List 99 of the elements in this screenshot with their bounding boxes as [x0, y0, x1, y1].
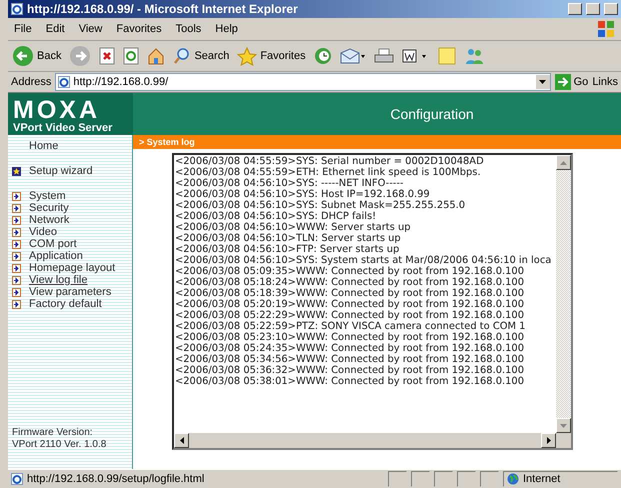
log-line: <2006/03/08 05:18:24>WWW: Connected by root from 192.168.0.100	[175, 277, 525, 288]
log-line: <2006/03/08 04:55:59>ETH: Ethernet link speed is 100Mbps.	[175, 167, 482, 178]
menu-item[interactable]: File	[14, 23, 32, 35]
horizontal-scrollbar[interactable]	[174, 433, 556, 448]
scroll-right-button[interactable]	[541, 433, 556, 448]
refresh-icon	[123, 47, 140, 65]
stop-icon	[99, 47, 116, 65]
sidebar-link[interactable]: Home	[12, 140, 132, 152]
mail-icon	[340, 48, 366, 64]
search-icon	[173, 47, 192, 65]
address-label: Address	[11, 76, 52, 88]
arrow-icon	[12, 288, 21, 296]
address-field[interactable]: http://192.168.0.99/	[55, 73, 551, 91]
left-triangle-icon	[180, 437, 184, 444]
star-icon	[237, 46, 258, 66]
log-line: <2006/03/08 05:38:01>WWW: Connected by root from 192.168.0.100	[175, 376, 525, 387]
log-line: <2006/03/08 04:56:10>SYS: DHCP fails!	[175, 211, 378, 222]
toolbar-button[interactable]: Favorites	[237, 46, 306, 66]
menu-item[interactable]: Edit	[46, 23, 65, 35]
toolbar-button[interactable]	[374, 48, 394, 64]
log-line: <2006/03/08 05:09:35>WWW: Connected by root from 192.168.0.100	[175, 266, 525, 277]
arrow-icon	[12, 204, 21, 212]
log-line: <2006/03/08 05:24:35>WWW: Connected by root from 192.168.0.100	[175, 343, 525, 354]
dropdown-caret-icon[interactable]	[534, 75, 550, 89]
log-line: <2006/03/08 04:56:10>SYS: -----NET INFO-----	[175, 178, 404, 189]
arrow-icon	[12, 216, 21, 224]
links-label[interactable]: Links	[592, 76, 618, 88]
log-line: <2006/03/08 05:36:32>WWW: Connected by root from 192.168.0.100	[175, 365, 525, 376]
people-icon	[464, 47, 484, 65]
sidebar-link[interactable]: COM port	[12, 238, 132, 250]
arrow-icon	[12, 264, 21, 272]
scroll-down-button[interactable]	[556, 418, 571, 433]
scroll-left-button[interactable]	[174, 433, 189, 448]
window-title: http://192.168.0.99/ - Microsoft Internet Explorer	[27, 2, 299, 16]
log-line: <2006/03/08 04:56:10>SYS: Subnet Mask=255.255.255.0	[175, 200, 466, 211]
logo-wordmark: MOXA	[13, 98, 100, 122]
sidebar-link[interactable]: Setup wizard	[12, 165, 132, 177]
log-text-area[interactable]	[172, 153, 573, 450]
log-line: <2006/03/08 05:22:59>PTZ: SONY VISCA camera connected to COM 1	[175, 321, 526, 332]
go-arrow-icon	[554, 74, 571, 90]
log-line: <2006/03/08 05:20:19>WWW: Connected by root from 192.168.0.100	[175, 299, 525, 310]
header-title: Configuration	[133, 93, 621, 135]
sidebar-link[interactable]: Security	[12, 202, 132, 214]
printer-icon	[374, 48, 394, 64]
sidebar-link[interactable]: Application	[12, 250, 132, 262]
arrow-icon	[12, 228, 21, 236]
page-icon	[58, 76, 70, 88]
menu-item[interactable]: Tools	[176, 23, 202, 35]
minimize-button[interactable]	[568, 3, 582, 15]
sidebar-link[interactable]: View parameters	[12, 286, 132, 298]
toolbar-button[interactable]: Search	[173, 47, 230, 65]
log-line: <2006/03/08 05:23:10>WWW: Connected by root from 192.168.0.100	[175, 332, 525, 343]
vertical-scrollbar[interactable]	[556, 155, 571, 433]
star-icon	[12, 166, 21, 176]
sticky-note-icon	[438, 47, 456, 65]
arrow-icon	[12, 252, 21, 260]
right-triangle-icon	[546, 437, 550, 444]
menu-item[interactable]: Favorites	[116, 23, 162, 35]
windows-flag-icon	[597, 20, 615, 38]
home-icon	[147, 47, 166, 65]
scrollbar-corner	[556, 433, 571, 448]
globe-icon	[507, 473, 519, 485]
breadcrumb-bar: > System log	[133, 135, 621, 149]
up-triangle-icon	[560, 160, 567, 164]
firmware-version: Firmware Version: VPort 2110 Ver. 1.0.8	[12, 427, 108, 451]
arrow-icon	[12, 240, 21, 248]
maximize-button[interactable]	[586, 3, 600, 15]
go-button[interactable]: Go	[554, 74, 588, 90]
close-button[interactable]	[604, 3, 618, 15]
logo-subtitle: VPort Video Server	[13, 122, 114, 134]
menu-item[interactable]: Help	[215, 23, 238, 35]
arrow-icon	[12, 192, 21, 200]
log-line: <2006/03/08 04:56:10>TLN: Server starts up	[175, 233, 402, 244]
log-line: <2006/03/08 04:55:59>SYS: Serial number = 0002D10048AD	[175, 156, 485, 167]
log-line: <2006/03/08 04:56:10>FTP: Server starts up	[175, 244, 400, 255]
security-zone: Internet	[503, 471, 618, 487]
log-line: <2006/03/08 04:56:10>SYS: System starts at Mar/08/2006 04:56:10 in loca	[175, 255, 552, 266]
page-icon	[11, 473, 23, 485]
log-line: <2006/03/08 05:22:29>WWW: Connected by root from 192.168.0.100	[175, 310, 525, 321]
log-line: <2006/03/08 04:56:10>WWW: Server starts up	[175, 222, 412, 233]
history-clock-icon	[314, 47, 332, 65]
sidebar-link[interactable]: Video	[12, 226, 132, 238]
status-url: http://192.168.0.99/setup/logfile.html	[27, 473, 206, 485]
scroll-up-button[interactable]	[556, 155, 571, 170]
log-line: <2006/03/08 05:34:56>WWW: Connected by root from 192.168.0.100	[175, 354, 525, 365]
arrow-icon	[12, 276, 21, 284]
arrow-icon	[12, 300, 21, 308]
down-triangle-icon	[560, 424, 567, 428]
log-line: <2006/03/08 05:18:39>WWW: Connected by root from 192.168.0.100	[175, 288, 525, 299]
sidebar-link[interactable]: View log file	[12, 274, 132, 286]
browser-page-icon	[11, 3, 23, 15]
sidebar-link[interactable]: Network	[12, 214, 132, 226]
log-line: <2006/03/08 04:56:10>SYS: Host IP=192.168.0.99	[175, 189, 431, 200]
sidebar-link[interactable]: Factory default	[12, 298, 132, 310]
sidebar-link[interactable]: Homepage layout	[12, 262, 132, 274]
menu-item[interactable]: View	[78, 23, 102, 35]
toolbar-button[interactable]	[99, 47, 116, 65]
toolbar-button[interactable]: Back	[12, 45, 62, 67]
sidebar-link[interactable]: System	[12, 190, 132, 202]
